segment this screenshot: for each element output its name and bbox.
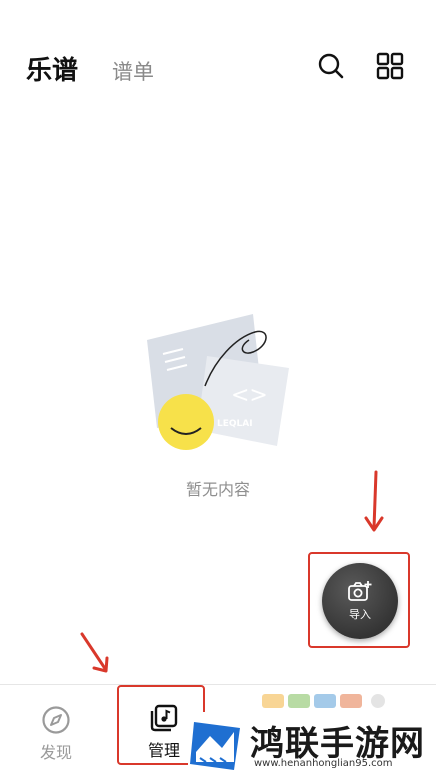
tab-playlists[interactable]: 谱单	[112, 56, 154, 86]
watermark: 鸿联手游网 www.henanhonglian95.com	[188, 712, 436, 776]
watermark-url: www.henanhonglian95.com	[254, 758, 393, 769]
annotation-arrow-manage	[80, 632, 109, 673]
import-label: 导入	[349, 608, 371, 621]
camera-plus-icon	[348, 581, 372, 601]
nav-label-discover: 发现	[39, 743, 72, 762]
top-header: 乐谱 谱单	[0, 0, 436, 110]
compass-icon	[42, 706, 70, 734]
tab-scores[interactable]: 乐谱	[26, 50, 78, 87]
search-icon	[318, 53, 344, 79]
illustration-brand-text: LEQLAI	[217, 419, 253, 429]
search-button[interactable]	[313, 48, 349, 84]
svg-text:<>: <>	[231, 383, 268, 408]
nav-item-discover[interactable]: 发现	[26, 705, 86, 763]
import-button[interactable]: 导入	[322, 563, 398, 639]
grid-view-button[interactable]	[372, 48, 408, 84]
empty-illustration: <> LEQLAI	[145, 310, 295, 460]
watermark-logo-strip	[262, 694, 385, 708]
watermark-logo-icon	[190, 722, 240, 770]
grid-icon	[376, 52, 404, 80]
annotation-arrow-import	[364, 470, 384, 532]
